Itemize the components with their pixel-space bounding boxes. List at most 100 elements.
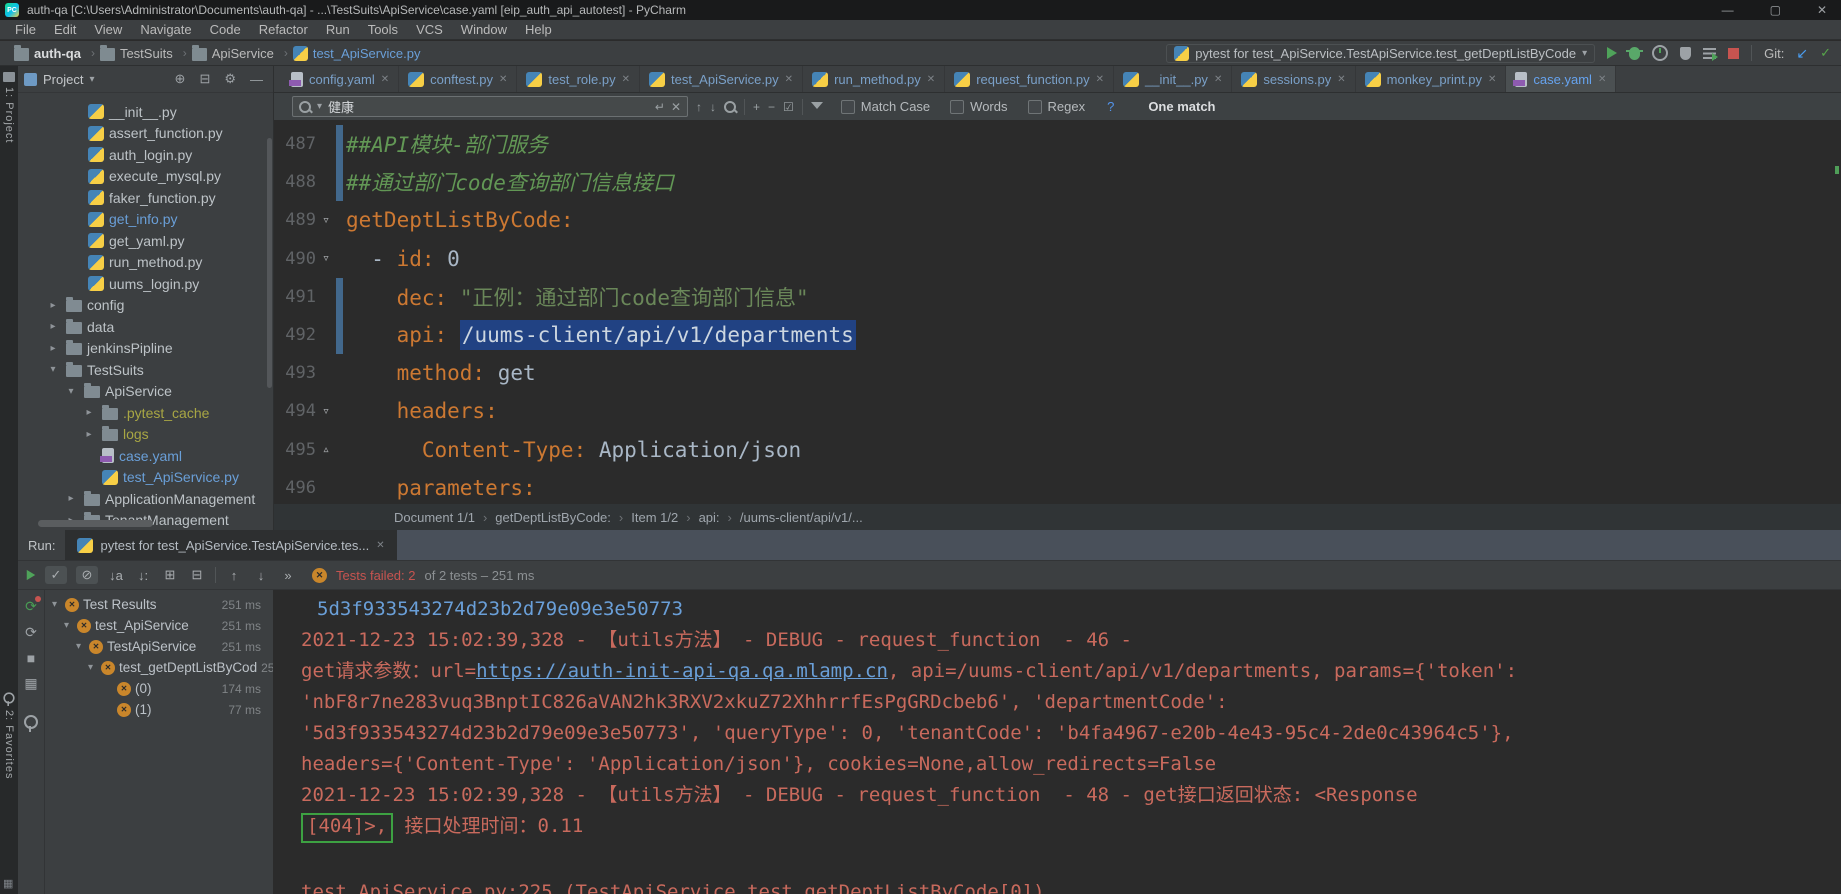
project-tree-item[interactable]: __init__.py	[18, 101, 273, 123]
fold-marker-icon[interactable]: ▿	[316, 213, 336, 228]
expand-arrow-icon[interactable]: ▾	[60, 620, 73, 631]
gear-icon[interactable]: ⚙	[220, 71, 240, 87]
coverage-button[interactable]	[1680, 46, 1692, 60]
debug-button[interactable]	[1626, 46, 1644, 60]
checkbox[interactable]	[840, 99, 855, 114]
menu-item[interactable]: Window	[452, 22, 516, 37]
editor-tab[interactable]: config.yaml ✕	[282, 66, 400, 92]
regex-help-icon[interactable]: ?	[1107, 99, 1114, 114]
editor-breadcrumb-item[interactable]: getDeptListByCode: ›	[495, 510, 631, 525]
menu-item[interactable]: Refactor	[250, 22, 317, 37]
sort-alphabetically-button[interactable]: ↓a	[107, 568, 125, 583]
profiler-button[interactable]	[1652, 45, 1669, 61]
expand-arrow-icon[interactable]: ▾	[45, 364, 61, 375]
close-button[interactable]: ✕	[1817, 3, 1827, 17]
project-tree-item[interactable]: get_info.py	[18, 209, 273, 231]
editor-tab[interactable]: __init__.py ✕	[1114, 66, 1233, 92]
show-ignored-button[interactable]: ⊘	[76, 566, 98, 584]
fold-marker-icon[interactable]: ▿	[316, 251, 336, 266]
show-passed-button[interactable]: ✓	[45, 566, 67, 584]
stop-button[interactable]: ■	[27, 650, 35, 666]
previous-failed-test-button[interactable]: ↑	[225, 568, 243, 583]
expand-arrow-icon[interactable]: ▾	[72, 641, 85, 652]
breadcrumb-item[interactable]: ApiService ›	[191, 44, 293, 61]
editor-tab[interactable]: test_ApiService.py ✕	[640, 66, 804, 92]
menu-item[interactable]: File	[6, 22, 45, 37]
pin-tab-icon[interactable]	[24, 715, 38, 732]
expand-arrow-icon[interactable]: ▸	[81, 407, 97, 418]
close-tab-icon[interactable]: ✕	[381, 74, 389, 85]
line-number[interactable]: 487	[274, 134, 316, 154]
window-grid-icon[interactable]: ▦	[3, 877, 13, 890]
project-tree-item[interactable]: ▸ config	[18, 295, 273, 317]
close-tab-icon[interactable]: ✕	[376, 540, 384, 551]
next-occurrence-button[interactable]: ↓	[710, 100, 716, 114]
project-tree-item[interactable]: ▸ ApplicationManagement	[18, 488, 273, 510]
close-tab-icon[interactable]: ✕	[1096, 74, 1104, 85]
search-history-chevron-icon[interactable]: ▾	[317, 101, 322, 112]
expand-arrow-icon[interactable]: ▸	[63, 493, 79, 504]
line-number[interactable]: 495	[274, 440, 316, 460]
menu-item[interactable]: Help	[516, 22, 561, 37]
add-occurrence-button[interactable]: +	[753, 100, 760, 114]
line-number[interactable]: 488	[274, 172, 316, 192]
project-tree-item[interactable]: ▸ .pytest_cache	[18, 402, 273, 424]
project-tree-item[interactable]: case.yaml	[18, 445, 273, 467]
find-option[interactable]: Match Case	[840, 99, 930, 114]
project-tree-item[interactable]: get_yaml.py	[18, 230, 273, 252]
expand-arrow-icon[interactable]: ▸	[81, 429, 97, 440]
expand-all-button[interactable]: ⊞	[161, 567, 179, 583]
test-tree-item[interactable]: ▾ ✕ Test Results 251 ms	[44, 594, 273, 615]
code-editor[interactable]: 487 ##API模块-部门服务 488 ##通过部门code查询部门信息接口 …	[274, 120, 1841, 509]
editor-breadcrumb-item[interactable]: /uums-client/api/v1/...	[740, 510, 879, 525]
close-tab-icon[interactable]: ✕	[1598, 74, 1606, 85]
select-all-occurrences-button[interactable]: ☑	[783, 100, 794, 114]
collapse-all-icon[interactable]: ⊟	[195, 71, 214, 87]
breadcrumb-item[interactable]: auth-qa ›	[14, 44, 100, 61]
editor-tab[interactable]: monkey_print.py ✕	[1356, 66, 1507, 92]
project-tree-item[interactable]: execute_mysql.py	[18, 166, 273, 188]
test-tree-item[interactable]: ▾ ✕ test_getDeptListByCod 251 ms	[44, 657, 273, 678]
editor-tab[interactable]: case.yaml ✕	[1506, 66, 1617, 92]
test-tree-item[interactable]: ▾ ✕ TestApiService 251 ms	[44, 636, 273, 657]
stop-button[interactable]	[1728, 47, 1740, 59]
search-input[interactable]: ▾ 健康 ↵ ✕	[292, 96, 688, 117]
expand-arrow-icon[interactable]: ▸	[45, 343, 61, 354]
locate-file-icon[interactable]: ⊕	[171, 71, 190, 87]
find-match-stripe-mark[interactable]	[1835, 166, 1839, 174]
checkbox[interactable]	[950, 99, 965, 114]
line-number[interactable]: 491	[274, 287, 316, 307]
project-panel-title[interactable]: Project	[43, 72, 83, 87]
horizontal-scrollbar[interactable]	[38, 520, 153, 527]
project-tree-item[interactable]: assert_function.py	[18, 123, 273, 145]
project-tree-item[interactable]: ▸ logs	[18, 424, 273, 446]
collapse-all-button[interactable]: ⊟	[188, 567, 206, 583]
project-tree-item[interactable]: ▾ TestSuits	[18, 359, 273, 381]
expand-arrow-icon[interactable]: ▸	[45, 321, 61, 332]
project-tree-item[interactable]: run_method.py	[18, 252, 273, 274]
test-tree-item[interactable]: ✕ (0) 174 ms	[44, 678, 273, 699]
toolwindow-button-project[interactable]: 1: Project	[0, 72, 18, 143]
editor-breadcrumb-item[interactable]: Document 1/1 ›	[394, 510, 495, 525]
breadcrumb-item[interactable]: test_ApiService.py	[292, 45, 436, 61]
expand-arrow-icon[interactable]: ▸	[45, 300, 61, 311]
run-with-button[interactable]	[1703, 47, 1719, 61]
editor-breadcrumb-item[interactable]: Item 1/2 ›	[631, 510, 698, 525]
editor-tab[interactable]: conftest.py ✕	[399, 66, 518, 92]
checkbox[interactable]	[1027, 99, 1042, 114]
find-option[interactable]: Words	[950, 99, 1008, 114]
more-icon[interactable]: »	[279, 568, 297, 583]
project-tree-item[interactable]: ▸ jenkinsPipline	[18, 338, 273, 360]
menu-item[interactable]: Run	[317, 22, 359, 37]
menu-item[interactable]: Tools	[359, 22, 407, 37]
line-number[interactable]: 493	[274, 363, 316, 383]
project-tree-item[interactable]: auth_login.py	[18, 144, 273, 166]
console-output[interactable]: 5d3f933543274d23b2d79e09e3e50773 2021-12-…	[273, 590, 1841, 894]
expand-arrow-icon[interactable]: ▾	[48, 599, 61, 610]
project-tree-item[interactable]: uums_login.py	[18, 273, 273, 295]
rerun-failed-tests-button[interactable]: ⟳	[25, 596, 41, 615]
run-config-selector[interactable]: pytest for test_ApiService.TestApiServic…	[1166, 43, 1596, 63]
test-tree-item[interactable]: ✕ (1) 77 ms	[44, 699, 273, 720]
project-tree-item[interactable]: test_ApiService.py	[18, 467, 273, 489]
vertical-scrollbar[interactable]	[267, 138, 272, 388]
